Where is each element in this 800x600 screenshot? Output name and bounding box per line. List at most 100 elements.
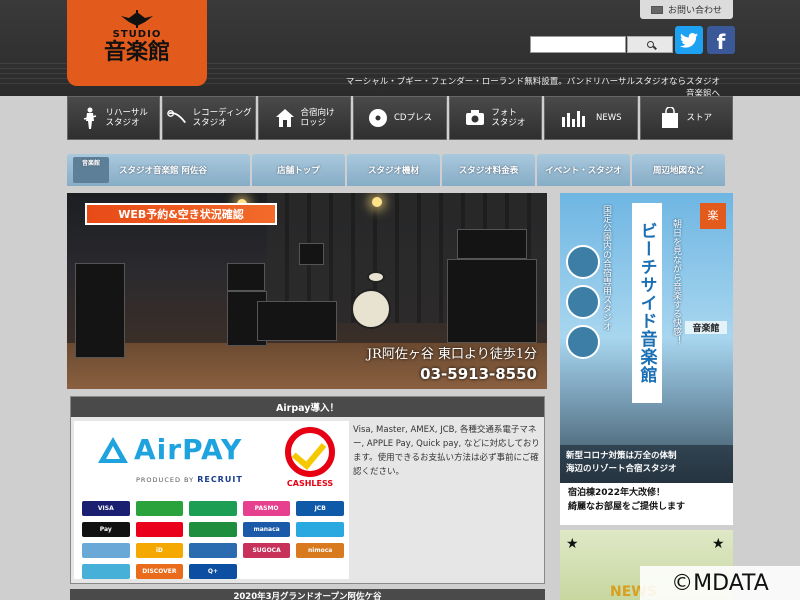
nav-label: 合宿向け ロッジ [300, 108, 335, 128]
ad-thumbnail [566, 245, 600, 279]
nav-label: レコーディング スタジオ [192, 108, 252, 128]
nav-item-recording[interactable]: レコーディング スタジオ [162, 96, 256, 140]
lodge-icon [275, 107, 295, 129]
renew-line-2: 綺麗なお部屋をご提供します [568, 502, 686, 512]
payment-brand-logo: DISCOVER [135, 564, 184, 579]
payment-brand-logo [82, 564, 130, 579]
tab-price-list[interactable]: スタジオ料金表 [442, 154, 535, 186]
watermark: ©MDATA [640, 566, 800, 600]
payment-brand-logo: VISA [82, 501, 130, 516]
airpay-logo-text: AirPAY [134, 433, 243, 466]
ceiling-light [372, 197, 382, 207]
store-tabs: 音楽館 スタジオ音楽館 阿佐谷 店舗トップ スタジオ機材 スタジオ料金表 イベン… [67, 154, 733, 186]
search-icon [646, 41, 654, 48]
covid-line-2: 海辺のリゾート合宿スタジオ [566, 464, 677, 474]
tab-store-name[interactable]: 音楽館 スタジオ音楽館 阿佐谷 [67, 154, 250, 186]
tab-map[interactable]: 周辺地図など [632, 154, 725, 186]
nav-label: NEWS [596, 113, 622, 123]
camera-icon [465, 107, 485, 129]
tab-event-studio[interactable]: イベント・スタジオ [537, 154, 630, 186]
nav-item-news[interactable]: NEWS [544, 96, 638, 140]
payment-brand-logo [82, 543, 130, 558]
grand-open-bar: 2020年3月グランドオープン阿佐ケ谷 [70, 589, 545, 600]
cashless-label: CASHLESS [286, 479, 334, 488]
twitter-button[interactable] [675, 26, 703, 54]
airpay-triangle-icon [98, 436, 128, 463]
airpay-section: Airpay導入！ AirPAY PRODUCED BY RECRUIT CAS… [70, 396, 545, 584]
ad-small-logo: 音楽館 [685, 321, 727, 334]
tab-store-top[interactable]: 店舗トップ [252, 154, 345, 186]
payment-brand-logo: JCB [296, 501, 344, 516]
renew-line-1: 宿泊棟2022年大改修！ [568, 488, 666, 498]
facebook-button[interactable]: f [707, 26, 735, 54]
nav-item-store[interactable]: ストア [639, 96, 733, 140]
airpay-logo: AirPAY [98, 433, 242, 466]
mini-logo-icon: 音楽館 [73, 157, 109, 183]
payment-brand-logo: PASMO [242, 501, 291, 516]
payment-brand-logo [135, 522, 184, 537]
contact-button[interactable]: お問い合わせ [640, 0, 733, 19]
airpay-description: Visa, Master, AMEX, JCB, 各種交通系電子マネー, APP… [353, 425, 540, 477]
airpay-banner: AirPAY PRODUCED BY RECRUIT CASHLESS VISA… [74, 421, 349, 579]
renewal-notice: 宿泊棟2022年大改修！ 綺麗なお部屋をご提供します [560, 486, 733, 514]
payment-brand-grid: VISA PASMO JCB Pay manaca iD SUGOCA nimoca DISCO… [82, 501, 344, 579]
payment-brand-logo: Q+ [189, 564, 237, 579]
amp-head [227, 263, 265, 291]
shopping-bag-icon [660, 107, 680, 129]
hero-studio-photo: WEB予約&空き状況確認 JR阿佐ヶ谷 東口より徒歩1分 03-5913-855… [67, 193, 547, 389]
equalizer-icon [560, 107, 590, 129]
envelope-icon [650, 5, 663, 14]
payment-brand-logo [296, 522, 344, 537]
nav-label: ストア [686, 113, 712, 123]
ad-subtitle-right: 朝日を見ながら音楽する快感！ [671, 219, 681, 345]
nav-label: リハーサル スタジオ [105, 108, 148, 128]
payment-brand-logo [189, 522, 237, 537]
ad-thumbnail [566, 285, 600, 319]
facebook-f-icon: f [716, 30, 726, 54]
payment-brand-logo [135, 501, 184, 516]
star-icon: ★ [712, 536, 725, 552]
covid-notice: 新型コロナ対策は万全の体制 海辺のリゾート合宿スタジオ [560, 445, 733, 483]
nav-item-rehearsal[interactable]: リハーサル スタジオ [67, 96, 161, 140]
produced-by-label: PRODUCED BY [136, 476, 195, 484]
search-input[interactable] [530, 36, 626, 53]
payment-brand-logo: Pay [82, 522, 130, 537]
main-nav: リハーサル スタジオ レコーディング スタジオ 合宿向け ロッジ CDプレス フ… [67, 96, 733, 140]
payment-brand-logo: iD [135, 543, 184, 558]
beachside-ad-banner[interactable]: 国定公園内の合宿専用スタジオ ビーチサイド音楽館 朝日を見ながら音楽する快感！ … [560, 193, 733, 525]
nav-item-lodge[interactable]: 合宿向け ロッジ [257, 96, 352, 140]
payment-brand-logo: SUGOCA [242, 543, 291, 558]
guitarist-icon [80, 107, 100, 129]
payment-brand-logo: nimoca [296, 543, 344, 558]
tom-drum [367, 271, 385, 283]
cashless-check-icon [285, 427, 335, 477]
guitar-wings-logo-icon [121, 10, 153, 28]
tab-label: スタジオ音楽館 阿佐谷 [119, 166, 207, 176]
airpay-title: Airpay導入！ [71, 397, 544, 417]
payment-brand-logo [189, 501, 237, 516]
web-reservation-button[interactable]: WEB予約&空き状況確認 [85, 203, 277, 225]
recruit-logo: RECRUIT [197, 475, 243, 484]
ad-title: ビーチサイド音楽館 [632, 203, 662, 403]
logo-name-text: 音楽館 [103, 39, 170, 65]
monitor-speaker [299, 243, 324, 265]
marshall-head [457, 229, 527, 259]
nav-label: CDプレス [393, 113, 432, 123]
tab-equipment[interactable]: スタジオ機材 [347, 154, 440, 186]
phone-number[interactable]: 03-5913-8550 [420, 365, 537, 383]
twitter-bird-icon [680, 32, 698, 48]
site-logo[interactable]: STUDIO 音楽館 [67, 0, 207, 86]
nav-label: フォト スタジオ [491, 108, 526, 128]
nav-item-photo-studio[interactable]: フォト スタジオ [448, 96, 543, 140]
bass-amp [257, 301, 337, 341]
search-button[interactable] [627, 36, 673, 53]
rack-cabinet [75, 263, 125, 358]
nav-item-cd-press[interactable]: CDプレス [353, 96, 447, 140]
cashless-badge: CASHLESS [282, 427, 338, 493]
access-text: JR阿佐ヶ谷 東口より徒歩1分 [366, 347, 537, 362]
microphone-icon [166, 107, 187, 129]
cd-icon [368, 107, 388, 129]
marshall-cabinet [447, 259, 537, 343]
produced-by-text: PRODUCED BY RECRUIT [136, 475, 243, 484]
star-icon: ★ [566, 536, 579, 552]
